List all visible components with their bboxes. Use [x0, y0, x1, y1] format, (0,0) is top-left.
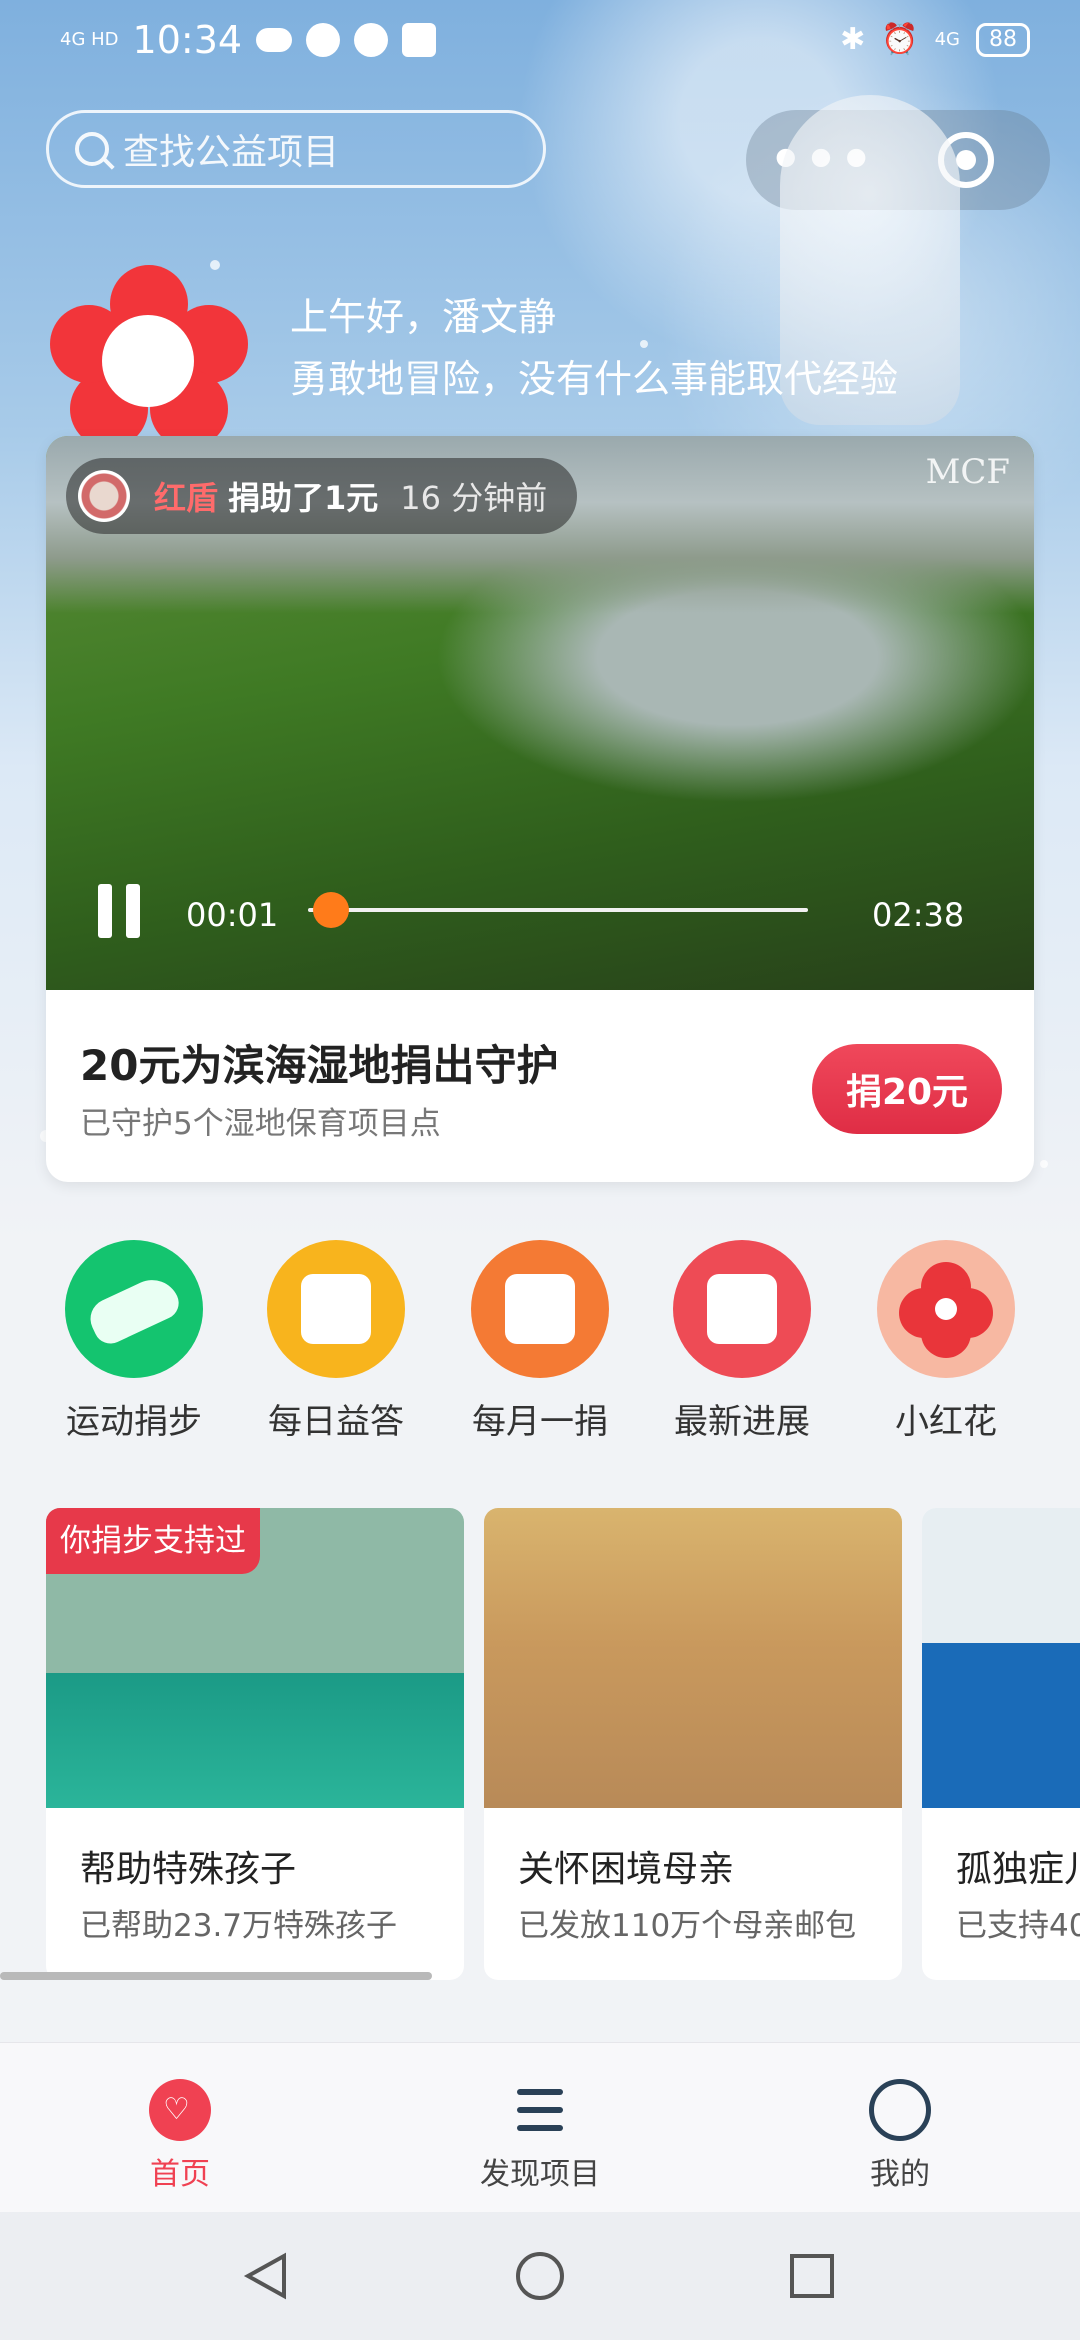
donate-button[interactable]: 捐20元: [812, 1044, 1002, 1134]
red-flower-icon: [877, 1240, 1015, 1378]
campaign-title: 20元为滨海湿地捐出守护: [80, 1041, 559, 1090]
send-app-icon: [402, 23, 437, 57]
project-card-special-children[interactable]: 你捐步支持过 帮助特殊孩子 已帮助23.7万特殊孩子: [46, 1508, 464, 1980]
campaign-subtitle: 已守护5个湿地保育项目点: [80, 1106, 441, 1142]
project-photo: [484, 1508, 902, 1808]
quick-action-red-flower[interactable]: 小红花: [846, 1240, 1046, 1443]
pause-button[interactable]: [98, 884, 142, 938]
flower-mascot-icon: [50, 265, 250, 448]
project-title: 帮助特殊孩子: [80, 1849, 297, 1890]
search-input[interactable]: 查找公益项目: [46, 110, 546, 188]
inbox-heart-icon: [673, 1240, 811, 1378]
project-photo: [922, 1508, 1080, 1808]
video-duration: 02:38: [872, 896, 965, 934]
donation-ticker: 红盾 捐助了1元 16 分钟前: [66, 458, 578, 534]
signal-4g-icon: 4G: [934, 29, 960, 50]
project-subtitle: 已帮助23.7万特殊孩子: [80, 1908, 398, 1944]
donor-time: 16 分钟前: [400, 479, 548, 517]
battery-indicator: 88: [976, 22, 1030, 57]
status-right: ✱ ⏰ 4G 88: [840, 22, 1030, 57]
alarm-icon: ⏰: [881, 22, 919, 57]
status-bar: 4G HD 10:34 ✱ ⏰ 4G 88: [0, 0, 1080, 86]
list-icon: [509, 2079, 571, 2141]
tab-label: 发现项目: [480, 2157, 600, 2192]
quick-action-label: 小红花: [895, 1402, 997, 1442]
quick-action-monthly-donate[interactable]: 每月一捐: [440, 1240, 640, 1443]
current-time: 00:01: [186, 896, 279, 934]
search-placeholder: 查找公益项目: [123, 132, 340, 173]
progress-knob[interactable]: [313, 892, 349, 928]
donor-action: 捐助了1元: [228, 479, 379, 517]
supported-ribbon: 你捐步支持过: [46, 1508, 260, 1574]
project-title: 孤独症儿: [956, 1849, 1080, 1890]
project-subtitle: 已支持40: [956, 1908, 1080, 1944]
back-icon[interactable]: [240, 2250, 292, 2302]
quick-action-label: 最新进展: [674, 1402, 810, 1442]
quick-action-latest-progress[interactable]: 最新进展: [642, 1240, 842, 1443]
cloud-icon: [256, 28, 293, 52]
bottom-tab-bar: ♡ 首页 发现项目 我的: [0, 2042, 1080, 2212]
wetland-video[interactable]: 红盾 捐助了1元 16 分钟前 MCF 00:01 02:38: [46, 436, 1034, 990]
home-heart-icon: ♡: [149, 2079, 211, 2141]
quick-action-label: 运动捐步: [66, 1402, 202, 1442]
project-card-mothers[interactable]: 关怀困境母亲 已发放110万个母亲邮包: [484, 1508, 902, 1980]
profile-face-icon: [869, 2079, 931, 2141]
clock: 10:34: [132, 18, 243, 62]
video-progress-bar[interactable]: [308, 892, 808, 928]
quick-actions: 运动捐步 每日益答 每月一捐 最新进展 小红花: [0, 1240, 1080, 1443]
quiz-card-icon: [267, 1240, 405, 1378]
mcf-logo: MCF: [925, 452, 1010, 492]
greeting-quote: 勇敢地冒险，没有什么事能取代经验: [290, 357, 899, 401]
sneaker-icon: [65, 1240, 203, 1378]
tab-me[interactable]: 我的: [800, 2079, 1000, 2193]
tab-label: 首页: [150, 2157, 210, 2192]
network-indicator: 4G HD: [60, 29, 119, 50]
project-subtitle: 已发放110万个母亲邮包: [518, 1908, 857, 1944]
quick-action-daily-quiz[interactable]: 每日益答: [236, 1240, 436, 1443]
tab-label: 我的: [870, 2157, 930, 2192]
quick-action-label: 每日益答: [268, 1402, 404, 1442]
compass-app-icon: [354, 23, 389, 57]
bluetooth-icon: ✱: [840, 22, 866, 57]
donor-avatar: [78, 470, 130, 522]
home-icon[interactable]: [514, 2250, 566, 2302]
donor-name: 红盾: [154, 479, 219, 517]
recents-icon[interactable]: [786, 2250, 838, 2302]
tab-discover[interactable]: 发现项目: [440, 2079, 640, 2193]
search-icon: [75, 132, 109, 166]
project-title: 关怀困境母亲: [518, 1849, 735, 1890]
quick-action-walk-donate[interactable]: 运动捐步: [34, 1240, 234, 1443]
system-navigation-bar: [0, 2212, 1080, 2340]
greeting-text: 上午好，潘文静: [290, 295, 557, 339]
featured-video-card[interactable]: 红盾 捐助了1元 16 分钟前 MCF 00:01 02:38 20元为滨海湿地…: [46, 436, 1034, 1182]
tab-home[interactable]: ♡ 首页: [80, 2079, 280, 2193]
horizontal-scroll-indicator: [0, 1972, 432, 1980]
project-card-autism[interactable]: 孤独症儿 已支持40: [922, 1508, 1080, 1980]
video-app-icon: [306, 23, 341, 57]
app-root: 4G HD 10:34 ✱ ⏰ 4G 88 查找公益项目 ••• 上午好，潘文静: [0, 0, 1080, 2340]
quick-action-label: 每月一捐: [472, 1402, 608, 1442]
status-left: 4G HD 10:34: [60, 18, 437, 62]
calendar-heart-icon: [471, 1240, 609, 1378]
